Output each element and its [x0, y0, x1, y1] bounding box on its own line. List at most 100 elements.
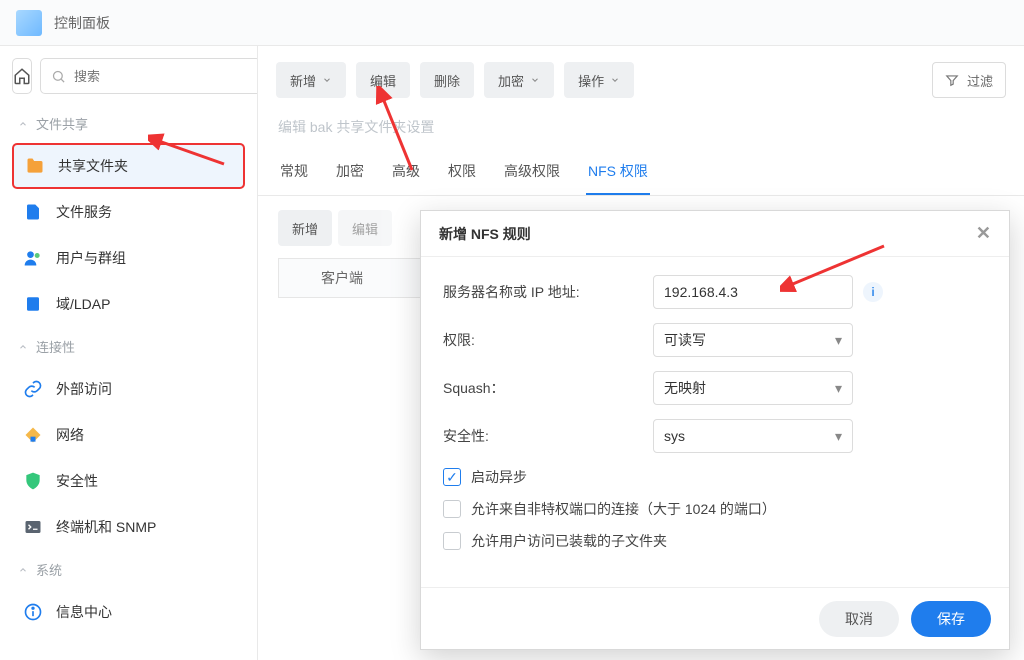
- sidebar-item-network[interactable]: 网络: [12, 412, 245, 458]
- sidebar-item-label: 安全性: [56, 471, 98, 491]
- checkbox-icon: [443, 500, 461, 518]
- privilege-select[interactable]: 可读写 ▾: [653, 323, 853, 357]
- button-label: 编辑: [370, 71, 396, 90]
- button-label: 删除: [434, 71, 460, 90]
- shield-icon: [22, 470, 44, 492]
- checkbox-label: 启动异步: [471, 467, 527, 487]
- chevron-down-icon: [530, 75, 540, 85]
- sidebar-item-shared-folder[interactable]: 共享文件夹: [12, 143, 245, 189]
- checkbox-async[interactable]: ✓ 启动异步: [443, 467, 987, 487]
- section-system[interactable]: 系统: [12, 550, 245, 589]
- checkbox-icon: ✓: [443, 468, 461, 486]
- tab-permission[interactable]: 权限: [446, 151, 478, 195]
- sidebar-item-security[interactable]: 安全性: [12, 458, 245, 504]
- button-label: 加密: [498, 71, 524, 90]
- edit-title: 编辑 bak 共享文件夹设置: [258, 113, 1024, 151]
- host-input[interactable]: [653, 275, 853, 309]
- button-label: 过滤: [967, 71, 993, 90]
- section-label: 连接性: [36, 337, 75, 356]
- checkbox-mounted-sub[interactable]: 允许用户访问已装载的子文件夹: [443, 531, 987, 551]
- section-connectivity[interactable]: 连接性: [12, 327, 245, 366]
- button-label: 操作: [578, 71, 604, 90]
- checkbox-label: 允许用户访问已装载的子文件夹: [471, 531, 667, 551]
- home-button[interactable]: [12, 58, 32, 94]
- sidebar-item-file-service[interactable]: 文件服务: [12, 189, 245, 235]
- button-label: 新增: [290, 71, 316, 90]
- checkbox-icon: [443, 532, 461, 550]
- sidebar-item-label: 共享文件夹: [58, 156, 128, 176]
- tab-nfs-permission[interactable]: NFS 权限: [586, 151, 650, 195]
- sidebar-item-domain-ldap[interactable]: 域/LDAP: [12, 281, 245, 327]
- button-label: 编辑: [352, 219, 378, 238]
- sidebar-item-label: 终端机和 SNMP: [56, 517, 156, 537]
- info-icon: [22, 601, 44, 623]
- nfs-rule-modal: 新增 NFS 规则 ✕ 服务器名称或 IP 地址: i 权限: 可读写 ▾ Sq…: [420, 210, 1010, 650]
- checkbox-nonpriv-port[interactable]: 允许来自非特权端口的连接（大于 1024 的端口）: [443, 499, 987, 519]
- search-icon: [51, 69, 66, 84]
- tab-advanced-permission[interactable]: 高级权限: [502, 151, 562, 195]
- select-value: sys: [664, 428, 685, 444]
- button-label: 取消: [845, 609, 873, 629]
- select-value: 无映射: [664, 378, 706, 398]
- network-icon: [22, 424, 44, 446]
- field-label-privilege: 权限:: [443, 330, 653, 350]
- field-label-squash: Squash：: [443, 378, 653, 398]
- toolbar-encrypt-button[interactable]: 加密: [484, 62, 554, 98]
- sidebar-item-label: 文件服务: [56, 202, 112, 222]
- sidebar-item-terminal-snmp[interactable]: 终端机和 SNMP: [12, 504, 245, 550]
- modal-header: 新增 NFS 规则 ✕: [421, 211, 1009, 257]
- sidebar-item-info-center[interactable]: 信息中心: [12, 589, 245, 635]
- users-icon: [22, 247, 44, 269]
- sidebar-item-label: 信息中心: [56, 602, 112, 622]
- section-label: 文件共享: [36, 114, 88, 133]
- checkbox-label: 允许来自非特权端口的连接（大于 1024 的端口）: [471, 499, 776, 519]
- sidebar-item-external-access[interactable]: 外部访问: [12, 366, 245, 412]
- chevron-up-icon: [18, 342, 28, 352]
- sub-edit-button[interactable]: 编辑: [338, 210, 392, 246]
- toolbar-operate-button[interactable]: 操作: [564, 62, 634, 98]
- sidebar: 文件共享 共享文件夹 文件服务 用户与群组 域/LDAP 连接性: [0, 46, 258, 660]
- section-file-share[interactable]: 文件共享: [12, 104, 245, 143]
- toolbar-filter-button[interactable]: 过滤: [932, 62, 1006, 98]
- button-label: 保存: [937, 609, 965, 629]
- sidebar-item-label: 域/LDAP: [56, 294, 110, 314]
- toolbar-edit-button[interactable]: 编辑: [356, 62, 410, 98]
- section-label: 系统: [36, 560, 62, 579]
- link-icon: [22, 378, 44, 400]
- titlebar: 控制面板: [0, 0, 1024, 46]
- folder-icon: [24, 155, 46, 177]
- sidebar-item-label: 用户与群组: [56, 248, 126, 268]
- tab-encryption[interactable]: 加密: [334, 151, 366, 195]
- terminal-icon: [22, 516, 44, 538]
- chevron-down-icon: ▾: [835, 332, 842, 349]
- select-value: 可读写: [664, 330, 706, 350]
- ldap-icon: [22, 293, 44, 315]
- search-input[interactable]: [74, 69, 250, 84]
- search-input-wrap[interactable]: [40, 58, 258, 94]
- chevron-down-icon: [610, 75, 620, 85]
- app-title: 控制面板: [54, 13, 110, 33]
- chevron-down-icon: ▾: [835, 380, 842, 397]
- sub-new-button[interactable]: 新增: [278, 210, 332, 246]
- field-label-host: 服务器名称或 IP 地址:: [443, 282, 653, 302]
- funnel-icon: [945, 73, 959, 87]
- button-label: 新增: [292, 219, 318, 238]
- toolbar: 新增 编辑 删除 加密 操作 过滤: [258, 46, 1024, 113]
- close-icon[interactable]: ✕: [976, 223, 991, 244]
- squash-select[interactable]: 无映射 ▾: [653, 371, 853, 405]
- tab-advanced[interactable]: 高级: [390, 151, 422, 195]
- chevron-up-icon: [18, 565, 28, 575]
- cancel-button[interactable]: 取消: [819, 601, 899, 637]
- modal-title: 新增 NFS 规则: [439, 224, 531, 244]
- save-button[interactable]: 保存: [911, 601, 991, 637]
- info-icon[interactable]: i: [863, 282, 883, 302]
- toolbar-delete-button[interactable]: 删除: [420, 62, 474, 98]
- tab-general[interactable]: 常规: [278, 151, 310, 195]
- sidebar-item-label: 网络: [56, 425, 84, 445]
- chevron-down-icon: [322, 75, 332, 85]
- security-select[interactable]: sys ▾: [653, 419, 853, 453]
- toolbar-new-button[interactable]: 新增: [276, 62, 346, 98]
- sidebar-item-user-group[interactable]: 用户与群组: [12, 235, 245, 281]
- app-icon: [16, 10, 42, 36]
- home-icon: [13, 67, 31, 85]
